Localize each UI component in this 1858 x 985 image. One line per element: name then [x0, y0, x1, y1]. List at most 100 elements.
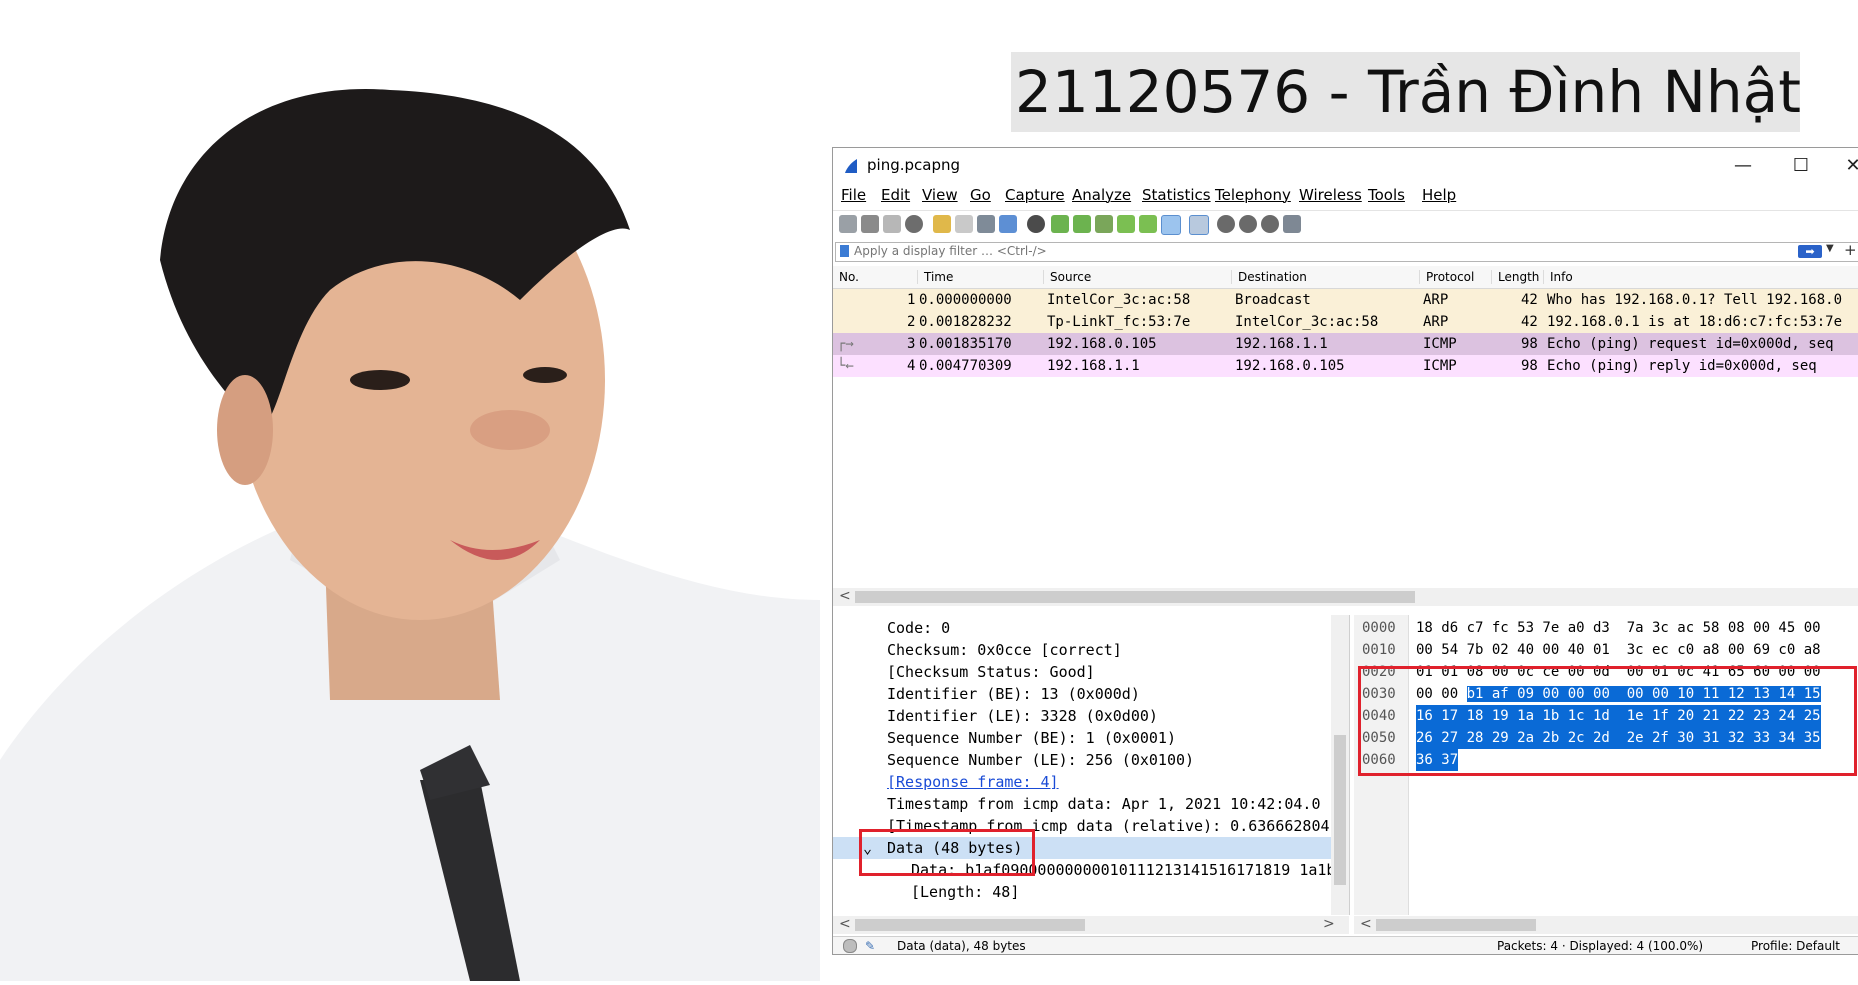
bookmark-icon[interactable] [840, 245, 849, 257]
cell-protocol: ICMP [1423, 336, 1457, 352]
arrow-right-icon[interactable]: ➡ [1798, 245, 1822, 258]
detail-line[interactable]: Code: 0 [887, 617, 950, 639]
add-filter-button[interactable]: + [1844, 241, 1857, 259]
zoom-in-icon[interactable] [1217, 215, 1235, 233]
portrait-photo [0, 0, 960, 981]
details-hscrollbar[interactable]: < > [833, 916, 1349, 934]
scroll-right-icon[interactable]: > [1323, 916, 1335, 932]
column-time[interactable]: Time [917, 270, 953, 284]
menu-go[interactable]: Go [970, 186, 991, 204]
cell-length: 98 [1521, 336, 1538, 352]
cell-protocol: ARP [1423, 314, 1449, 330]
column-no[interactable]: No. [833, 270, 859, 284]
menu-help[interactable]: Help [1422, 186, 1456, 204]
menu-statistics[interactable]: Statistics [1142, 186, 1211, 204]
zoom-out-icon[interactable] [1239, 215, 1257, 233]
details-vscrollbar[interactable] [1331, 615, 1349, 915]
close-button[interactable]: ✕ [1833, 152, 1858, 180]
cell-info: Echo (ping) reply id=0x000d, seq [1547, 358, 1817, 374]
packet-list-hscrollbar[interactable]: < [833, 588, 1858, 606]
bytes-hscrollbar[interactable]: < [1354, 916, 1858, 934]
detail-line[interactable]: Timestamp from icmp data: Apr 1, 2021 10… [887, 793, 1320, 815]
column-source[interactable]: Source [1043, 270, 1091, 284]
stop-capture-icon[interactable] [861, 215, 879, 233]
cell-source: Tp-LinkT_fc:53:7e [1047, 314, 1191, 330]
go-last-icon[interactable] [1139, 215, 1157, 233]
detail-line[interactable]: [Length: 48] [911, 881, 1019, 903]
scroll-thumb[interactable] [855, 591, 1415, 603]
cell-source: 192.168.0.105 [1047, 336, 1157, 352]
menu-file[interactable]: File [841, 186, 866, 204]
scroll-thumb[interactable] [1334, 735, 1346, 885]
go-to-packet-icon[interactable] [1095, 215, 1113, 233]
normal-size-icon[interactable] [1261, 215, 1279, 233]
column-length[interactable]: Length [1491, 270, 1539, 284]
scroll-left-icon[interactable]: < [839, 588, 851, 604]
menu-telephony[interactable]: Telephony [1215, 186, 1291, 204]
menu-wireless[interactable]: Wireless [1299, 186, 1362, 204]
detail-line[interactable]: [Checksum Status: Good] [887, 661, 1095, 683]
detail-line[interactable]: Sequence Number (BE): 1 (0x0001) [887, 727, 1176, 749]
wireshark-fin-icon [845, 159, 857, 173]
expert-info-icon[interactable] [843, 939, 857, 953]
packet-row[interactable]: ┌→ 3 0.001835170 192.168.0.105 192.168.1… [833, 333, 1858, 355]
response-frame-link[interactable]: [Response frame: 4] [887, 771, 1059, 793]
packet-row[interactable]: 1 0.000000000 IntelCor_3c:ac:58 Broadcas… [833, 289, 1858, 311]
colorize-icon[interactable] [1189, 215, 1209, 235]
scroll-thumb[interactable] [1376, 919, 1536, 931]
annotation-box-data-bytes [1358, 666, 1857, 776]
cell-destination: Broadcast [1235, 292, 1311, 308]
go-forward-icon[interactable] [1073, 215, 1091, 233]
detail-line[interactable]: Identifier (LE): 3328 (0x0d00) [887, 705, 1158, 727]
cell-destination: 192.168.0.105 [1235, 358, 1345, 374]
scroll-left-icon[interactable]: < [839, 916, 851, 932]
packet-row[interactable]: 2 0.001828232 Tp-LinkT_fc:53:7e IntelCor… [833, 311, 1858, 333]
status-field-info: Data (data), 48 bytes [897, 939, 1026, 953]
scroll-thumb[interactable] [855, 919, 1085, 931]
start-capture-icon[interactable] [839, 215, 857, 233]
bytes-row[interactable]: 0010 00 54 7b 02 40 00 40 01 3c ec c0 a8 … [1354, 639, 1858, 661]
bytes-row[interactable]: 0000 18 d6 c7 fc 53 7e a0 d3 7a 3c ac 58 … [1354, 617, 1858, 639]
maximize-button[interactable]: ☐ [1781, 152, 1821, 180]
restart-capture-icon[interactable] [883, 215, 901, 233]
response-frame-link-text[interactable]: [Response frame: 4] [887, 773, 1059, 791]
close-file-icon[interactable] [977, 215, 995, 233]
menu-edit[interactable]: Edit [881, 186, 910, 204]
column-info[interactable]: Info [1543, 270, 1573, 284]
resize-columns-icon[interactable] [1283, 215, 1301, 233]
packet-list-header: No. Time Source Destination Protocol Len… [833, 266, 1858, 289]
open-file-icon[interactable] [933, 215, 951, 233]
find-packet-icon[interactable] [1027, 215, 1045, 233]
go-back-icon[interactable] [1051, 215, 1069, 233]
chevron-down-icon[interactable]: ▼ [1826, 243, 1834, 254]
status-bar: ✎ Data (data), 48 bytes Packets: 4 · Dis… [833, 936, 1858, 954]
capture-options-icon[interactable] [905, 215, 923, 233]
display-filter-bar: ➡ ▼ + [835, 241, 1858, 262]
cell-source: 192.168.1.1 [1047, 358, 1140, 374]
detail-line[interactable]: Sequence Number (LE): 256 (0x0100) [887, 749, 1194, 771]
cell-no: 2 [907, 314, 916, 330]
minimize-button[interactable]: — [1723, 152, 1763, 180]
edit-comment-icon[interactable]: ✎ [865, 939, 875, 953]
detail-line[interactable]: Checksum: 0x0cce [correct] [887, 639, 1122, 661]
scroll-left-icon[interactable]: < [1360, 916, 1372, 932]
detail-line[interactable]: Identifier (BE): 13 (0x000d) [887, 683, 1140, 705]
save-file-icon[interactable] [955, 215, 973, 233]
menu-view[interactable]: View [922, 186, 958, 204]
cell-info: Echo (ping) request id=0x000d, seq [1547, 336, 1834, 352]
cell-destination: IntelCor_3c:ac:58 [1235, 314, 1379, 330]
menu-capture[interactable]: Capture [1005, 186, 1065, 204]
main-toolbar [833, 210, 1858, 237]
menu-analyze[interactable]: Analyze [1072, 186, 1131, 204]
menu-tools[interactable]: Tools [1368, 186, 1405, 204]
reload-file-icon[interactable] [999, 215, 1017, 233]
column-destination[interactable]: Destination [1231, 270, 1307, 284]
go-first-icon[interactable] [1117, 215, 1135, 233]
menu-bar: File Edit View Go Capture Analyze Statis… [833, 184, 1858, 208]
column-protocol[interactable]: Protocol [1419, 270, 1474, 284]
status-profile[interactable]: Profile: Default [1751, 939, 1840, 953]
cell-no: 4 [907, 358, 916, 374]
packet-row[interactable]: └← 4 0.004770309 192.168.1.1 192.168.0.1… [833, 355, 1858, 377]
autoscroll-icon[interactable] [1161, 215, 1181, 235]
display-filter-input[interactable] [854, 243, 1614, 259]
